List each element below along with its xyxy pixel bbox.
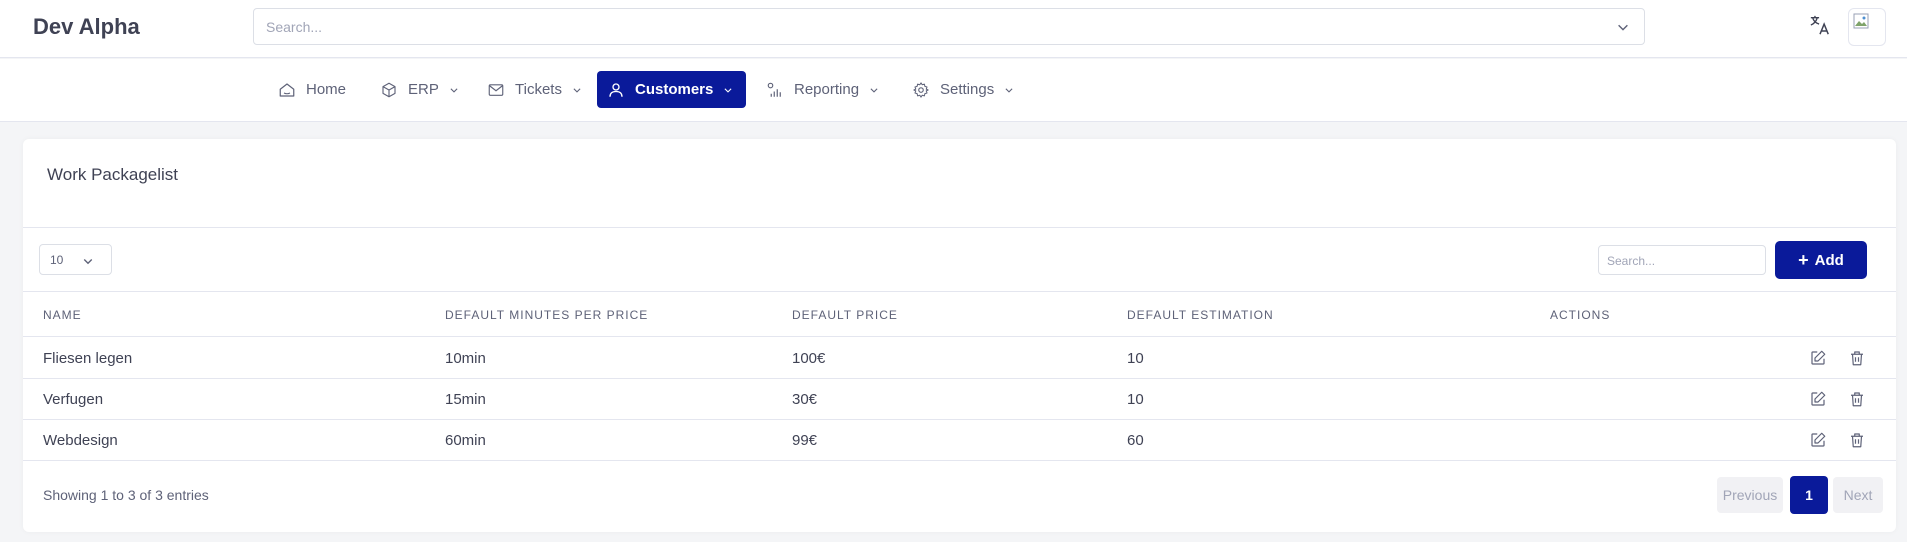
column-header-estimation[interactable]: DEFAULT ESTIMATION (1127, 308, 1274, 322)
nav-item-customers[interactable]: Customers (597, 71, 746, 108)
edit-icon[interactable] (1809, 390, 1827, 408)
nav-item-home[interactable]: Home (268, 71, 356, 108)
cell-minutes: 60min (445, 432, 486, 449)
chevron-down-icon (724, 87, 732, 93)
table-header: NAME DEFAULT MINUTES PER PRICE DEFAULT P… (23, 291, 1896, 337)
translate-icon[interactable] (1809, 13, 1831, 37)
add-button[interactable]: + Add (1775, 241, 1867, 279)
broken-image-icon (1853, 13, 1869, 29)
cell-price: 99€ (792, 432, 818, 449)
cell-price: 30€ (792, 391, 818, 408)
main-nav: Home ERP Tickets Customers Reporting Set… (0, 59, 1907, 122)
nav-item-label: Settings (940, 81, 995, 98)
cell-minutes: 15min (445, 391, 486, 408)
cell-estimation: 60 (1127, 432, 1144, 449)
add-button-label: Add (1814, 251, 1844, 269)
table-search-input[interactable] (1607, 253, 1757, 269)
card-title: Work Packagelist (47, 165, 179, 184)
nav-item-reporting[interactable]: Reporting (756, 71, 889, 108)
column-header-name[interactable]: NAME (43, 308, 82, 322)
column-header-actions: ACTIONS (1550, 308, 1611, 322)
mail-icon (488, 83, 504, 96)
nav-item-label: Customers (635, 81, 714, 98)
global-search-input[interactable] (266, 17, 1586, 37)
pagination-previous[interactable]: Previous (1717, 477, 1783, 513)
pagination-page-1[interactable]: 1 (1790, 476, 1828, 514)
cell-name: Webdesign (43, 432, 118, 449)
nav-item-label: Reporting (794, 81, 860, 98)
user-icon (609, 82, 623, 97)
cell-price: 100€ (792, 350, 826, 367)
nav-item-tickets[interactable]: Tickets (477, 71, 592, 108)
page-length-value: 10 (50, 253, 64, 267)
nav-item-label: Tickets (515, 81, 562, 98)
cube-icon (382, 82, 396, 97)
page-length-select[interactable]: 10 (39, 244, 112, 275)
column-header-price[interactable]: DEFAULT PRICE (792, 308, 898, 322)
avatar[interactable] (1848, 8, 1886, 46)
cell-minutes: 10min (445, 350, 486, 367)
edit-icon[interactable] (1809, 431, 1827, 449)
table-row: Verfugen 15min 30€ 10 (23, 379, 1896, 420)
nav-item-erp[interactable]: ERP (370, 71, 469, 108)
brand-title[interactable]: Dev Alpha (33, 14, 140, 40)
chevron-down-icon (573, 87, 581, 93)
plus-icon: + (1798, 250, 1809, 270)
gear-icon (913, 81, 929, 98)
global-search[interactable] (253, 8, 1645, 45)
chevron-down-icon (83, 259, 93, 265)
edit-icon[interactable] (1809, 349, 1827, 367)
chevron-down-icon (1005, 87, 1013, 93)
entries-info: Showing 1 to 3 of 3 entries (43, 487, 209, 503)
nav-item-settings[interactable]: Settings (902, 71, 1024, 108)
table-row: Webdesign 60min 99€ 60 (23, 420, 1896, 461)
cell-name: Verfugen (43, 391, 104, 408)
column-header-minutes[interactable]: DEFAULT MINUTES PER PRICE (445, 308, 648, 322)
cell-estimation: 10 (1127, 350, 1144, 367)
table-row: Fliesen legen 10min 100€ 10 (23, 338, 1896, 379)
chevron-down-icon (450, 87, 458, 93)
chart-icon (767, 82, 781, 97)
trash-icon[interactable] (1848, 349, 1866, 367)
trash-icon[interactable] (1848, 390, 1866, 408)
table-search[interactable] (1598, 245, 1766, 275)
top-header: Dev Alpha (0, 0, 1907, 58)
chevron-down-icon[interactable] (1616, 20, 1630, 34)
chevron-down-icon (870, 87, 878, 93)
nav-item-label: Home (306, 81, 347, 98)
trash-icon[interactable] (1848, 431, 1866, 449)
pagination-next[interactable]: Next (1833, 477, 1883, 513)
divider (23, 227, 1896, 228)
home-icon (279, 82, 295, 97)
work-package-card: Work Packagelist 10 + Add NAME DEFAULT M… (23, 139, 1896, 532)
cell-estimation: 10 (1127, 391, 1144, 408)
nav-item-label: ERP (408, 81, 439, 98)
cell-name: Fliesen legen (43, 350, 133, 367)
